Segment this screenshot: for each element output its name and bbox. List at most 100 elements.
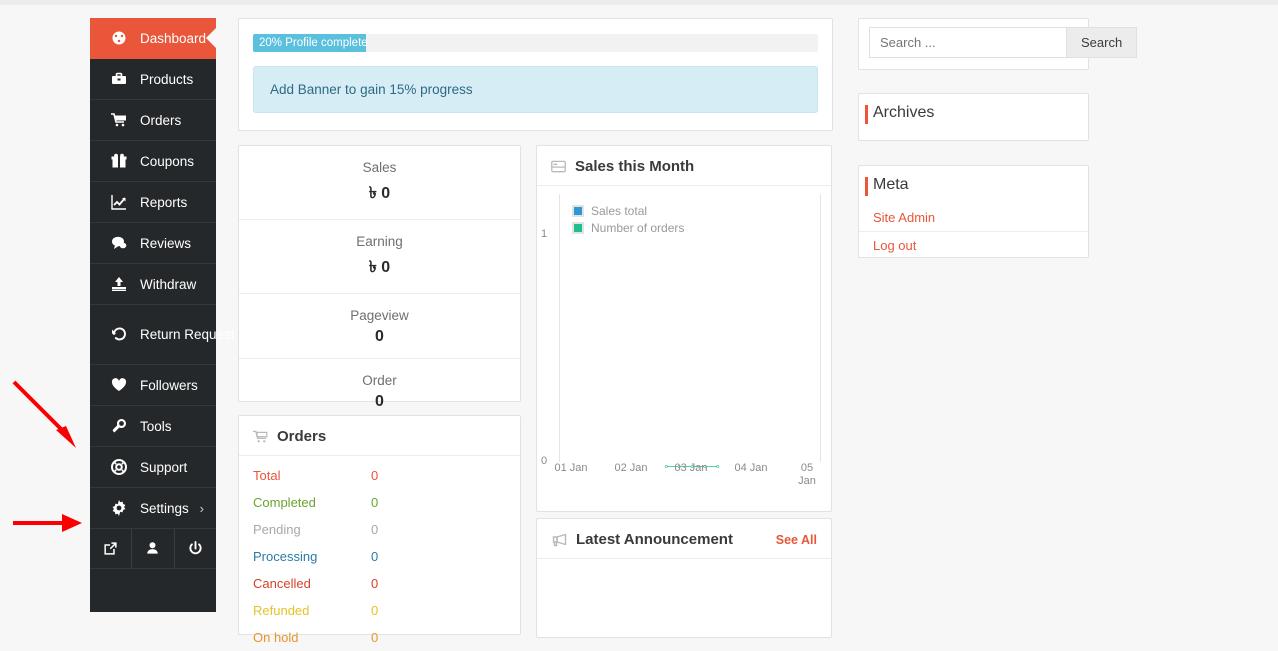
order-status-name: Completed — [253, 495, 316, 510]
sidebar-item-label: Tools — [140, 418, 172, 434]
order-row: Processing 0 — [239, 543, 520, 570]
sidebar-item-label: Orders — [140, 112, 182, 128]
stat-value: ৳ 0 — [368, 185, 391, 202]
meta-widget: Meta Site Admin Log out — [858, 165, 1089, 258]
order-status-count: 0 — [371, 549, 379, 564]
stat-label: Order — [362, 373, 397, 388]
arrow-pointing-to-tools — [12, 380, 76, 448]
y-axis-tick-top: 1 — [541, 228, 548, 240]
order-row: Total 0 — [239, 462, 520, 489]
sidebar-item-label: Dashboard — [140, 30, 207, 46]
order-status-count: 0 — [371, 576, 379, 591]
stat-order: Order 0 — [239, 359, 520, 423]
search-row: Search — [869, 27, 1138, 58]
undo-icon — [108, 327, 130, 343]
chart-x-axis-labels: 01 Jan 02 Jan 03 Jan 04 Jan 05 Jan — [554, 462, 821, 492]
stat-value: 0 — [375, 328, 384, 345]
order-status-name: Total — [253, 468, 281, 483]
gear-icon — [108, 500, 130, 516]
chart-line-icon — [108, 194, 130, 210]
profile-progress-fill: 20% Profile complete — [253, 34, 368, 52]
order-row: Cancelled 0 — [239, 570, 520, 597]
upload-icon — [108, 276, 130, 292]
order-row: Refunded 0 — [239, 597, 520, 624]
gift-icon — [108, 153, 130, 169]
stat-sales: Sales ৳ 0 — [239, 146, 520, 220]
top-strip — [0, 0, 1278, 5]
sidebar-item-settings[interactable]: Settings › — [90, 488, 216, 529]
search-button[interactable]: Search — [1066, 27, 1138, 58]
arrow-pointing-to-settings — [13, 514, 82, 532]
x-axis-tick: 04 Jan — [734, 462, 768, 474]
x-axis-tick: 05 Jan — [798, 462, 816, 487]
stat-earning: Earning ৳ 0 — [239, 220, 520, 294]
sales-chart-title: Sales this Month — [575, 158, 695, 175]
stat-label: Sales — [362, 160, 397, 175]
sidebar-bottom-icon-row — [90, 529, 216, 569]
user-icon[interactable] — [132, 529, 175, 568]
sidebar-item-followers[interactable]: Followers — [90, 365, 216, 406]
sidebar-item-tools[interactable]: Tools — [90, 406, 216, 447]
sales-chart-panel: Sales this Month 1 0 Sales total Number … — [536, 145, 832, 512]
order-status-count: 0 — [371, 522, 379, 537]
sidebar-item-reports[interactable]: Reports — [90, 182, 216, 223]
search-input[interactable] — [869, 27, 1066, 58]
external-link-icon[interactable] — [90, 529, 133, 568]
legend-swatch-icon — [572, 222, 584, 234]
meta-link-log-out[interactable]: Log out — [859, 232, 1088, 259]
sidebar-item-label: Settings — [140, 500, 189, 516]
meta-link-site-admin[interactable]: Site Admin — [859, 204, 1088, 232]
meta-widget-title: Meta — [859, 166, 1088, 204]
chart-legend: Sales total Number of orders — [572, 204, 684, 238]
cart-icon — [108, 112, 130, 128]
sidebar-item-dashboard[interactable]: Dashboard — [90, 18, 216, 59]
chevron-right-icon: › — [199, 500, 204, 516]
order-status-count: 0 — [371, 630, 379, 645]
search-widget: Search — [858, 18, 1138, 70]
order-status-name: Pending — [253, 522, 301, 537]
archives-widget-title: Archives — [859, 94, 1088, 132]
sidebar-item-orders[interactable]: Orders — [90, 100, 216, 141]
see-all-link[interactable]: See All — [776, 533, 817, 547]
x-axis-tick: 02 Jan — [614, 462, 648, 474]
stats-panel: Sales ৳ 0 Earning ৳ 0 Pageview 0 Order 0 — [238, 145, 521, 410]
dashboard-icon — [108, 30, 130, 46]
legend-label: Number of orders — [591, 221, 685, 235]
stat-label: Pageview — [350, 308, 409, 323]
x-axis-tick: 03 Jan — [674, 462, 708, 474]
sidebar-item-label: Return Request — [140, 327, 235, 342]
archives-widget: Archives — [858, 93, 1089, 141]
order-status-name: Processing — [253, 549, 318, 564]
sidebar-item-label: Reports — [140, 194, 188, 210]
sidebar-item-label: Products — [140, 71, 194, 87]
stat-value: ৳ 0 — [368, 259, 391, 276]
orders-panel: Orders Total 0 Completed 0 Pending 0 Pro… — [238, 415, 521, 645]
x-axis-tick: 01 Jan — [554, 462, 588, 474]
megaphone-icon — [551, 533, 567, 547]
order-status-count: 0 — [371, 603, 379, 618]
cart-icon — [253, 429, 268, 444]
sidebar-item-label: Coupons — [140, 153, 195, 169]
power-icon[interactable] — [175, 529, 216, 568]
sidebar-item-support[interactable]: Support — [90, 447, 216, 488]
profile-progress-bar: 20% Profile complete — [253, 34, 818, 52]
legend-swatch-icon — [572, 205, 584, 217]
sidebar-item-label: Withdraw — [140, 276, 197, 292]
sidebar-item-withdraw[interactable]: Withdraw — [90, 264, 216, 305]
sidebar-item-return-request[interactable]: Return Request — [90, 305, 235, 365]
sidebar-item-reviews[interactable]: Reviews — [90, 223, 216, 264]
y-axis-tick-bottom: 0 — [541, 455, 548, 467]
profile-progress-notice: Add Banner to gain 15% progress — [253, 66, 818, 113]
order-status-name: On hold — [253, 630, 299, 645]
sidebar-item-products[interactable]: Products — [90, 59, 216, 100]
report-icon — [551, 159, 566, 174]
stat-value: 0 — [375, 393, 384, 410]
stat-label: Earning — [356, 234, 403, 249]
comment-icon — [108, 235, 130, 251]
order-row: Pending 0 — [239, 516, 520, 543]
sales-chart-body: 1 0 Sales total Number of orders 01 Jan … — [537, 186, 831, 498]
sidebar-item-coupons[interactable]: Coupons — [90, 141, 216, 182]
stat-pageview: Pageview 0 — [239, 294, 520, 359]
sidebar-item-label: Support — [140, 459, 188, 475]
sidebar: Dashboard Products Orders Coupons Report… — [90, 18, 235, 612]
